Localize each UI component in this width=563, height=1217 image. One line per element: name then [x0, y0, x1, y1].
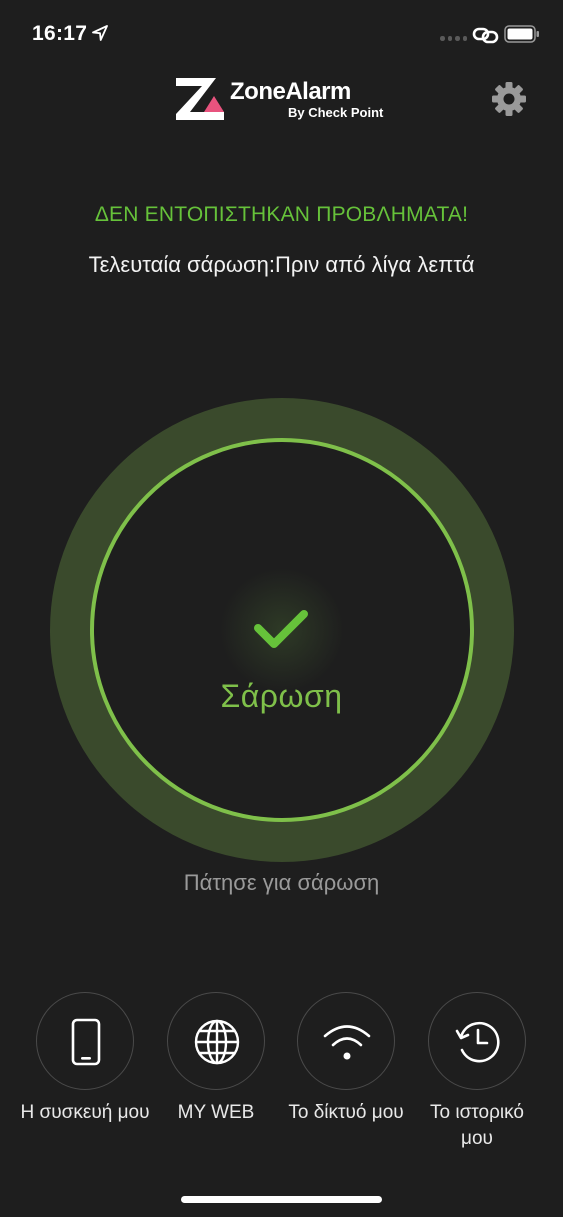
- last-scan-text: Τελευταία σάρωση:Πριν από λίγα λεπτά: [88, 252, 475, 277]
- nav-my-device[interactable]: Η συσκευή μου: [20, 992, 150, 1126]
- link-icon: [472, 27, 499, 44]
- gear-icon[interactable]: [490, 80, 528, 118]
- nav-my-history-circle[interactable]: [428, 992, 526, 1090]
- nav-my-history[interactable]: Το ιστορικό μου: [412, 992, 542, 1152]
- nav-my-network-label: Το δίκτυό μου: [288, 1102, 404, 1123]
- phone-icon: [71, 1018, 101, 1066]
- nav-my-network[interactable]: Το δίκτυό μου: [281, 992, 411, 1126]
- nav-my-network-circle[interactable]: [297, 992, 395, 1090]
- nav-my-web-label: MY WEB: [177, 1102, 255, 1123]
- scan-button-label: Σάρωση: [220, 678, 343, 714]
- home-screen: 16:17 ZoneAlarm By Check Point ΔΕΝ ΕΝΤΟΠ…: [0, 0, 563, 1217]
- nav-my-web[interactable]: MY WEB: [151, 992, 281, 1126]
- wifi-icon: [323, 1025, 371, 1060]
- status-bar: 16:17: [0, 0, 563, 64]
- nav-my-history-label: Το ιστορικό μου: [430, 1102, 524, 1149]
- signal-icon: [440, 36, 467, 41]
- battery-icon: [504, 25, 539, 43]
- location-arrow-icon: [92, 25, 108, 41]
- nav-my-web-circle[interactable]: [167, 992, 265, 1090]
- nav-my-device-label: Η συσκευή μου: [20, 1102, 150, 1123]
- home-indicator[interactable]: [181, 1196, 382, 1203]
- zonealarm-z-icon: [176, 78, 224, 120]
- logo-subtitle: By Check Point: [288, 105, 384, 120]
- zonealarm-logo: ZoneAlarm By Check Point: [174, 76, 394, 124]
- scan-button[interactable]: [50, 398, 514, 862]
- history-icon: [455, 1021, 500, 1063]
- nav-my-device-circle[interactable]: [36, 992, 134, 1090]
- bottom-nav: Η συσκευή μου MY WEB Το δίκτυό μου Το ισ…: [0, 992, 563, 1162]
- status-headline: ΔΕΝ ΕΝΤΟΠΙΣΤΗΚΑΝ ΠΡΟΒΛΗΜΑΤΑ!: [94, 203, 469, 226]
- scan-hint: Πάτησε για σάρωση: [183, 870, 380, 895]
- status-time: 16:17: [32, 22, 88, 45]
- logo-name: ZoneAlarm: [230, 78, 351, 105]
- globe-icon: [194, 1019, 240, 1065]
